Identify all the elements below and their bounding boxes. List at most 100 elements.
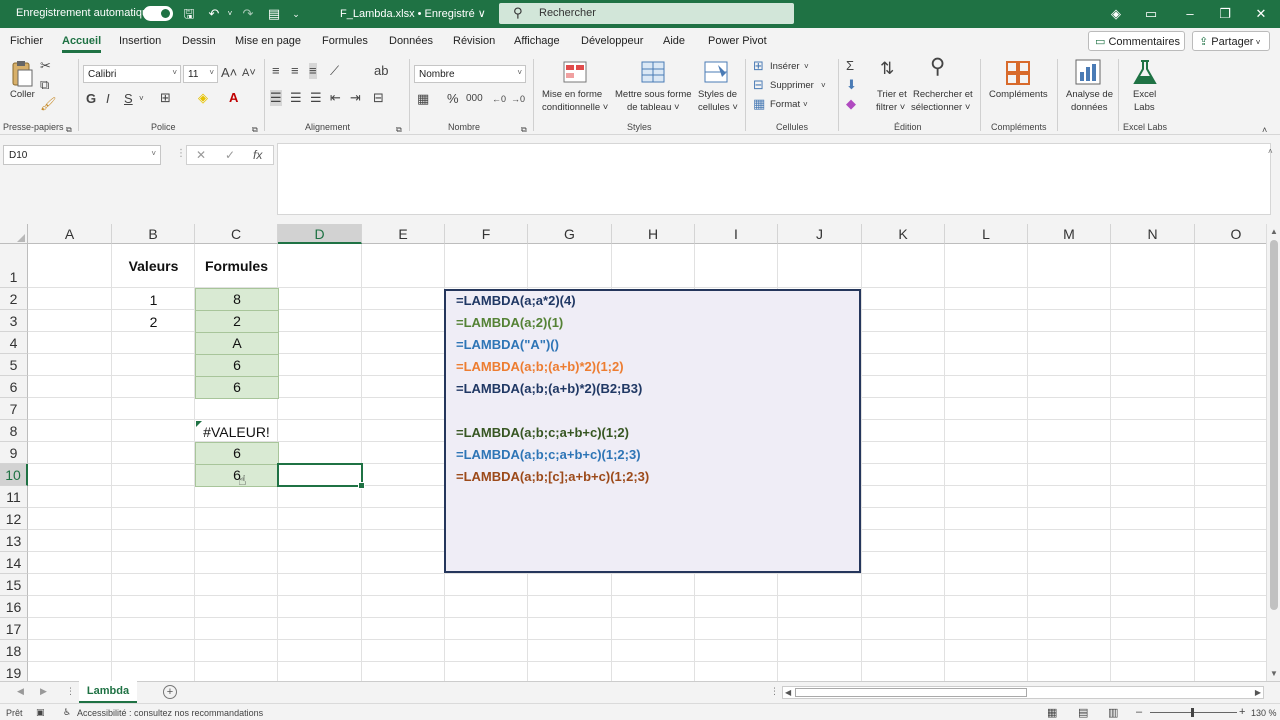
cell-c2[interactable]: 8: [195, 288, 279, 311]
tab-formules[interactable]: Formules: [322, 35, 368, 47]
horizontal-scrollbar[interactable]: ◀ ▶: [782, 686, 1264, 699]
italic-button[interactable]: I: [106, 91, 110, 107]
borders-icon[interactable]: ⊞: [160, 90, 171, 106]
conditional-formatting-line2[interactable]: conditionnelle ˅: [542, 101, 608, 114]
excel-labs-icon[interactable]: [1131, 59, 1159, 85]
scroll-down-icon[interactable]: ▼: [1270, 669, 1278, 678]
copy-icon[interactable]: ⧉: [40, 77, 49, 93]
minimize-button[interactable]: –: [1180, 4, 1200, 24]
scroll-left-icon[interactable]: ◀: [785, 688, 791, 697]
accounting-format-icon[interactable]: ▦: [417, 91, 429, 107]
underline-dropdown-icon[interactable]: ˅: [139, 91, 144, 107]
undo-icon[interactable]: ↶: [206, 6, 222, 22]
cell-c4[interactable]: A: [195, 332, 279, 355]
page-layout-view-icon[interactable]: ▤: [1078, 706, 1088, 719]
cell-styles-line2[interactable]: cellules ˅: [698, 101, 738, 114]
scroll-up-icon[interactable]: ▲: [1270, 227, 1278, 236]
increase-indent-icon[interactable]: ⇥: [350, 90, 361, 106]
row-header-14[interactable]: 14: [0, 552, 28, 574]
format-dropdown-icon[interactable]: ˅: [803, 98, 808, 111]
tab-donnees[interactable]: Données: [389, 35, 433, 47]
collapse-formula-bar-icon[interactable]: ˄: [1268, 147, 1273, 156]
cell-styles-icon[interactable]: [704, 61, 732, 87]
autosave-toggle[interactable]: [143, 6, 173, 21]
increase-decimal-icon[interactable]: ←0: [492, 91, 506, 107]
form-icon[interactable]: ▤: [266, 6, 282, 22]
delete-dropdown-icon[interactable]: ˅: [821, 79, 826, 92]
tab-revision[interactable]: Révision: [453, 35, 495, 47]
sort-filter-icon[interactable]: ⇅: [880, 60, 894, 77]
row-header-2[interactable]: 2: [0, 288, 28, 310]
insert-dropdown-icon[interactable]: ˅: [804, 60, 809, 73]
column-header-o[interactable]: O: [1195, 224, 1266, 244]
vertical-scroll-thumb[interactable]: [1270, 240, 1278, 610]
ribbon-display-icon[interactable]: ▭: [1141, 4, 1161, 24]
cancel-formula-icon[interactable]: ✕: [196, 148, 206, 162]
align-bottom-icon[interactable]: ≡: [309, 63, 317, 79]
insert-cells-icon[interactable]: ⊞: [753, 58, 764, 74]
close-button[interactable]: ✕: [1251, 4, 1271, 24]
zoom-out-icon[interactable]: –: [1136, 706, 1142, 718]
paste-icon[interactable]: [8, 59, 36, 87]
data-analysis-line1[interactable]: Analyse de: [1066, 88, 1113, 101]
row-header-16[interactable]: 16: [0, 596, 28, 618]
fill-color-icon[interactable]: ◈: [198, 90, 208, 106]
column-header-e[interactable]: E: [362, 224, 445, 244]
column-header-j[interactable]: J: [778, 224, 862, 244]
data-analysis-icon[interactable]: [1075, 59, 1103, 85]
align-middle-icon[interactable]: ≡: [291, 63, 299, 79]
align-right-icon[interactable]: ☰: [310, 90, 322, 106]
font-name-select[interactable]: Calibri ˅: [83, 65, 181, 83]
format-as-table-icon[interactable]: [641, 61, 669, 87]
cell-styles-line1[interactable]: Styles de: [698, 88, 737, 101]
insert-function-icon[interactable]: fx: [253, 148, 262, 162]
page-break-view-icon[interactable]: ▥: [1108, 706, 1118, 719]
cell-c3[interactable]: 2: [195, 310, 279, 333]
enter-formula-icon[interactable]: ✓: [225, 148, 235, 162]
decrease-indent-icon[interactable]: ⇤: [330, 90, 341, 106]
delete-cells-icon[interactable]: ⊟: [753, 77, 764, 93]
column-header-l[interactable]: L: [945, 224, 1028, 244]
column-header-m[interactable]: M: [1028, 224, 1111, 244]
excel-labs-line1[interactable]: Excel: [1133, 88, 1156, 101]
name-box[interactable]: D10 ˅: [3, 145, 161, 165]
header-formules[interactable]: Formules: [195, 258, 278, 274]
macro-record-icon[interactable]: ▣: [36, 707, 45, 718]
autosum-icon[interactable]: Σ: [846, 58, 854, 74]
format-painter-icon[interactable]: 🖌: [40, 96, 57, 112]
row-header-13[interactable]: 13: [0, 530, 28, 552]
normal-view-icon[interactable]: ▦: [1047, 706, 1057, 719]
row-header-17[interactable]: 17: [0, 618, 28, 640]
hscroll-grip-icon[interactable]: ⋮: [770, 686, 779, 697]
underline-button[interactable]: S: [124, 91, 133, 107]
font-size-select[interactable]: 11 ˅: [183, 65, 218, 83]
header-valeurs[interactable]: Valeurs: [112, 258, 195, 274]
row-header-19[interactable]: 19: [0, 662, 28, 681]
column-header-i[interactable]: I: [695, 224, 778, 244]
zoom-in-icon[interactable]: +: [1239, 706, 1245, 718]
column-header-b[interactable]: B: [112, 224, 195, 244]
conditional-formatting-line1[interactable]: Mise en forme: [542, 88, 602, 101]
insert-cells-label[interactable]: Insérer: [770, 60, 800, 73]
align-top-icon[interactable]: ≡: [272, 63, 280, 79]
column-header-a[interactable]: A: [28, 224, 112, 244]
select-all-corner[interactable]: [0, 224, 28, 244]
decrease-font-icon[interactable]: A˅: [242, 65, 256, 81]
find-select-line1[interactable]: Rechercher et: [913, 88, 973, 101]
orientation-icon[interactable]: ⟋: [330, 63, 339, 79]
column-header-n[interactable]: N: [1111, 224, 1195, 244]
cell-c9[interactable]: 6: [195, 442, 279, 465]
customize-toolbar-icon[interactable]: ⌄: [288, 6, 304, 22]
column-header-k[interactable]: K: [862, 224, 945, 244]
cell-c10[interactable]: 6: [195, 464, 279, 487]
align-left-icon[interactable]: ☰: [270, 90, 282, 106]
merge-center-icon[interactable]: ⊟: [373, 90, 384, 106]
tab-affichage[interactable]: Affichage: [514, 35, 560, 47]
sheet-tabs-more-icon[interactable]: ⋮: [66, 686, 75, 697]
wrap-text-icon[interactable]: ab: [374, 63, 388, 79]
share-button[interactable]: ⇪ Partager ˅: [1192, 31, 1270, 51]
file-title[interactable]: F_Lambda.xlsx • Enregistré ∨: [340, 7, 486, 20]
column-header-d[interactable]: D: [278, 224, 362, 244]
zoom-level[interactable]: 130 %: [1251, 708, 1277, 718]
format-as-table-line1[interactable]: Mettre sous forme: [615, 88, 692, 101]
